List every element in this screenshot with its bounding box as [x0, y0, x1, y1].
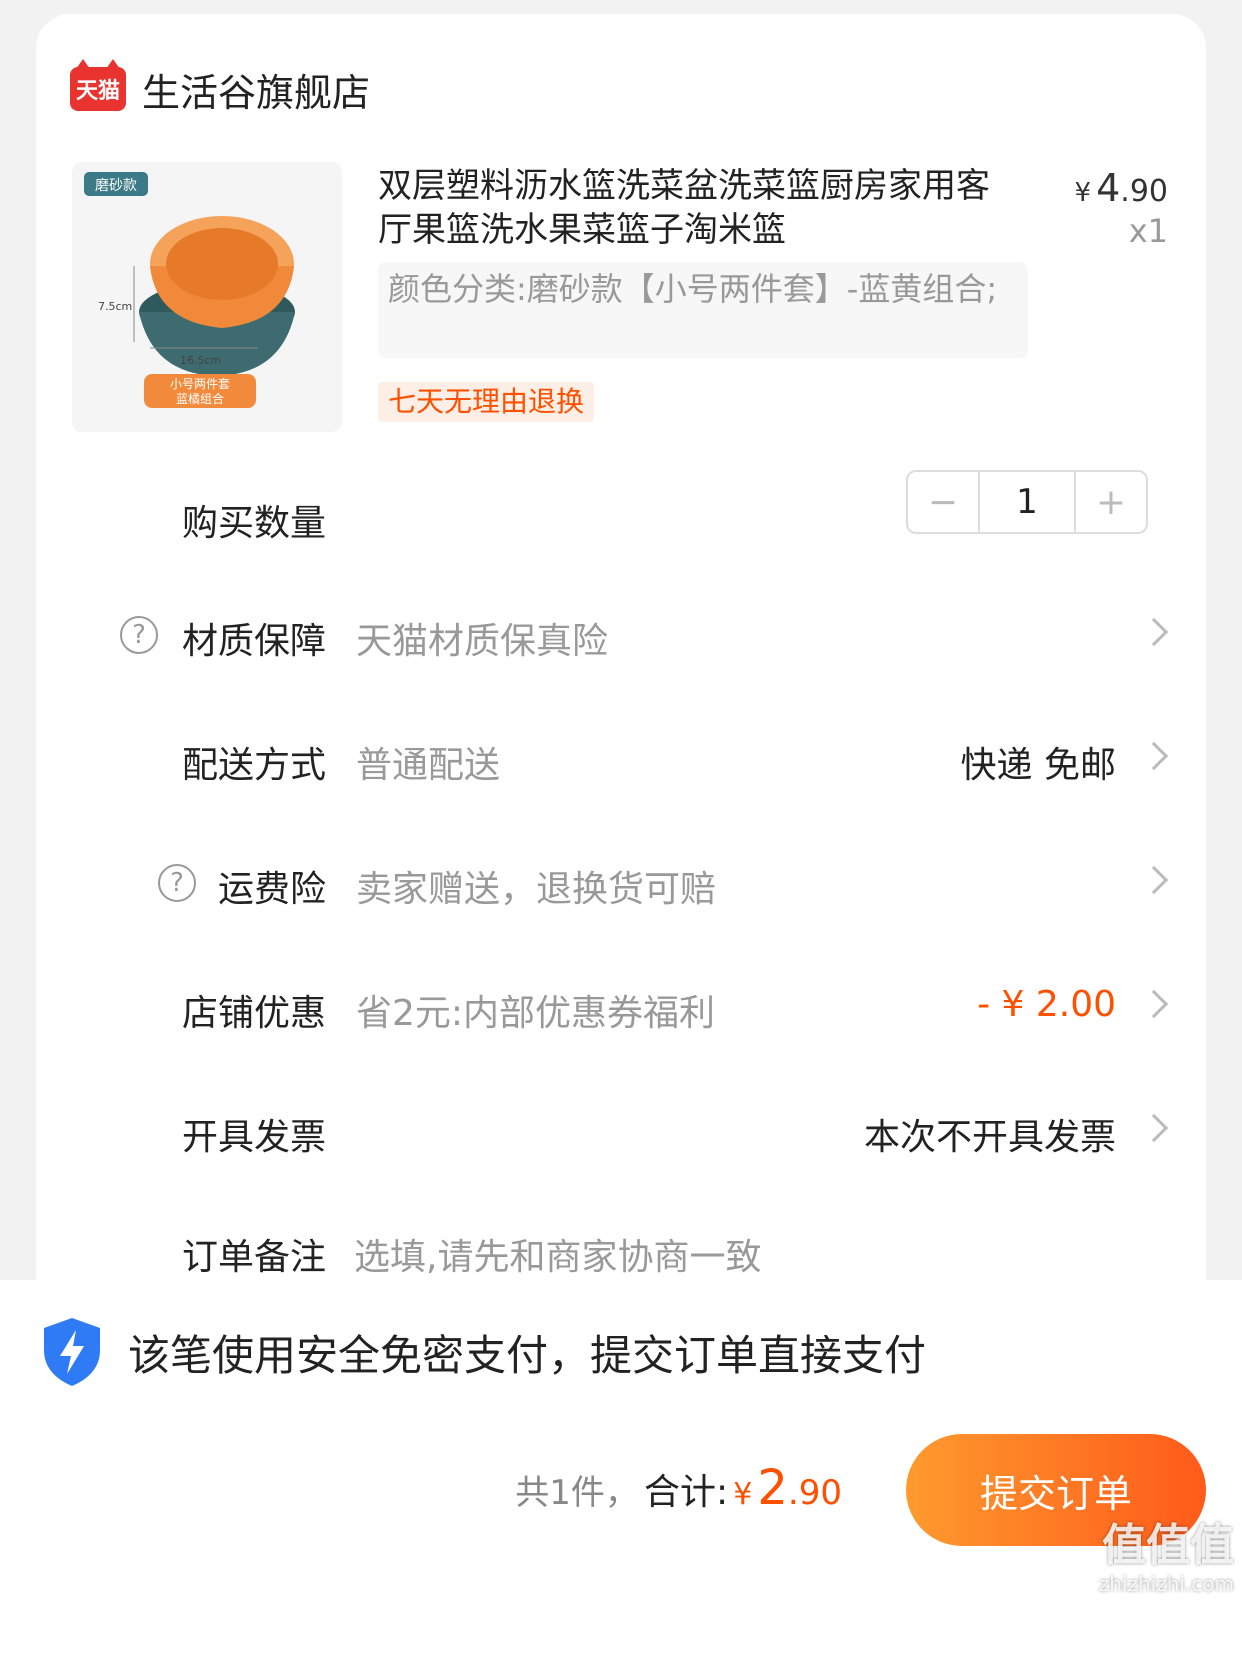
total-label: 合计: [643, 1472, 729, 1513]
quantity-value[interactable]: 1 [978, 472, 1076, 532]
product-image[interactable]: 磨砂款 7.5cm 16.5cm 小号两件套 蓝橘组合 [72, 162, 342, 432]
tmall-logo-text: 天猫 [75, 79, 120, 104]
delivery-method: 快递 免邮 [960, 745, 1116, 786]
total-integer: 2 [757, 1460, 788, 1516]
product-title[interactable]: 双层塑料沥水篮洗菜盆洗菜篮厨房家用客厅果篮洗水果菜篮子淘米篮 [378, 164, 998, 252]
basket-inner [166, 228, 278, 300]
shield-lightning-icon [44, 1318, 100, 1386]
invoice-row[interactable]: 开具发票 本次不开具发票 [36, 1090, 1206, 1170]
order-note-input[interactable]: 选填,请先和商家协商一致 [354, 1228, 761, 1280]
shipping-insurance-value: 卖家赠送，退换货可赔 [356, 869, 717, 910]
help-icon[interactable]: ? [120, 616, 158, 654]
shipping-insurance-label: 运费险 [217, 869, 326, 910]
price-integer: 4 [1096, 166, 1121, 210]
store-discount-label: 店铺优惠 [181, 993, 326, 1034]
width-label: 16.5cm [180, 354, 221, 367]
total-symbol: ¥ [733, 1477, 753, 1512]
material-row[interactable]: ? 材质保障 天猫材质保真险 [36, 594, 1206, 674]
secure-payment-text: 该笔使用安全免密支付，提交订单直接支付 [128, 1330, 927, 1380]
height-label: 7.5cm [98, 300, 132, 313]
invoice-value: 本次不开具发票 [863, 1117, 1116, 1158]
chevron-right-icon [1139, 617, 1169, 647]
product-photo: 磨砂款 7.5cm 16.5cm 小号两件套 蓝橘组合 [84, 172, 295, 408]
quantity-label: 购买数量 [181, 503, 326, 544]
store-discount-row[interactable]: 店铺优惠 省2元:内部优惠券福利 - ¥ 2.00 [36, 966, 1206, 1046]
total-decimal: .90 [787, 1473, 842, 1513]
delivery-row[interactable]: 配送方式 普通配送 快递 免邮 [36, 718, 1206, 798]
minus-button[interactable]: − [908, 472, 978, 532]
secure-payment-notice: 该笔使用安全免密支付，提交订单直接支付 [40, 1312, 926, 1392]
chevron-right-icon [1139, 1113, 1169, 1143]
sku-selection[interactable]: 颜色分类:磨砂款【小号两件套】-蓝黄组合; [378, 262, 1028, 358]
help-icon[interactable]: ? [158, 864, 196, 902]
return-policy-tag: 七天无理由退换 [378, 382, 595, 422]
delivery-value: 普通配送 [356, 745, 501, 786]
material-value: 天猫材质保真险 [356, 621, 609, 662]
delivery-label: 配送方式 [181, 745, 326, 786]
watermark-text: 值值值 [1102, 1520, 1234, 1571]
tmall-logo: 天猫 [70, 59, 126, 111]
store-name[interactable]: 生活谷旗舰店 [142, 62, 370, 117]
image-style-badge: 磨砂款 [95, 178, 137, 194]
caption-line1: 小号两件套 [170, 377, 230, 391]
payment-footer: 该笔使用安全免密支付，提交订单直接支付 共1件， 合计: ¥ 2.90 提交订单 [0, 1280, 1242, 1653]
material-label: 材质保障 [181, 621, 326, 662]
order-note-row: 订单备注 选填,请先和商家协商一致 [36, 1210, 1206, 1290]
order-card: 天猫 生活谷旗舰店 磨砂款 7.5cm 16.5cm 小号两件套 蓝橘组合 双层… [36, 14, 1206, 1414]
quantity-stepper[interactable]: − 1 + [906, 470, 1148, 534]
chevron-right-icon [1139, 989, 1169, 1019]
product-quantity: x1 [1128, 212, 1168, 250]
plus-button[interactable]: + [1076, 472, 1146, 532]
store-header[interactable]: 天猫 生活谷旗舰店 [70, 54, 370, 124]
shipping-insurance-row[interactable]: ? 运费险 卖家赠送，退换货可赔 [36, 842, 1206, 922]
discount-amount: - ¥ 2.00 [977, 984, 1116, 1025]
product-price: ¥ 4.90 [1074, 166, 1168, 210]
caption-line2: 蓝橘组合 [176, 391, 224, 406]
item-count: 共1件， [515, 1473, 639, 1513]
chevron-right-icon [1139, 741, 1169, 771]
order-total: 共1件， 合计: ¥ 2.90 [515, 1460, 842, 1516]
chevron-right-icon [1139, 865, 1169, 895]
price-decimal: .90 [1120, 174, 1168, 209]
invoice-label: 开具发票 [181, 1117, 326, 1158]
store-discount-value: 省2元:内部优惠券福利 [356, 993, 716, 1034]
price-symbol: ¥ [1074, 178, 1091, 208]
order-note-label: 订单备注 [181, 1237, 326, 1278]
watermark: 值值值 zhizhizhi.com [1099, 1520, 1234, 1596]
watermark-site: zhizhizhi.com [1098, 1572, 1234, 1596]
